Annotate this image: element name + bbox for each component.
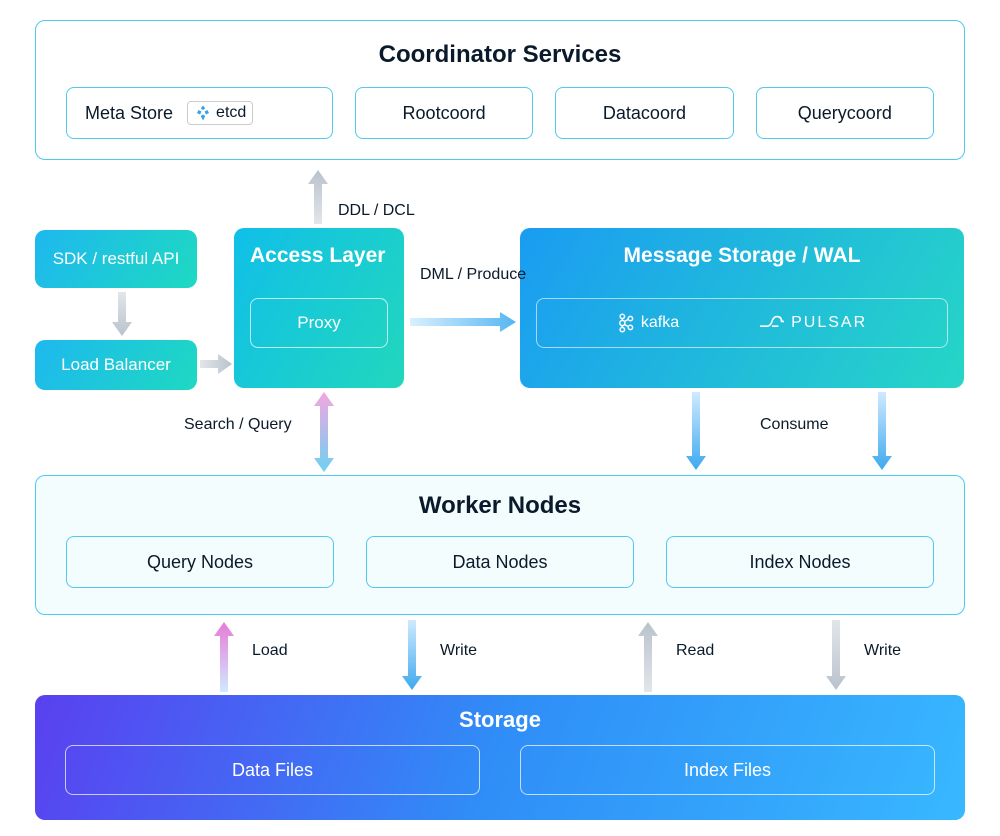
- sdk-box: SDK / restful API: [35, 230, 197, 288]
- index-nodes-box: Index Nodes: [666, 536, 934, 588]
- pulsar-icon: [759, 315, 785, 331]
- label-load: Load: [252, 642, 288, 660]
- arrow-ddl: [306, 168, 330, 224]
- label-write-2: Write: [864, 642, 901, 660]
- arrow-consume-1: [684, 392, 708, 472]
- coordinator-title: Coordinator Services: [66, 41, 934, 69]
- proxy-box: Proxy: [250, 298, 388, 348]
- arrow-load: [212, 620, 236, 692]
- load-balancer-box: Load Balancer: [35, 340, 197, 390]
- arrow-write-1: [400, 620, 424, 692]
- proxy-label: Proxy: [297, 313, 340, 333]
- worker-row: Query Nodes Data Nodes Index Nodes: [66, 536, 934, 588]
- arrow-write-2: [824, 620, 848, 692]
- kafka-label: kafka: [617, 312, 679, 334]
- worker-title: Worker Nodes: [66, 492, 934, 520]
- storage-row: Data Files Index Files: [65, 745, 935, 795]
- label-read: Read: [676, 642, 714, 660]
- label-dml: DML / Produce: [420, 265, 526, 284]
- pulsar-label: PULSAR: [759, 314, 867, 332]
- etcd-badge: etcd: [187, 101, 253, 125]
- datacoord-box: Datacoord: [555, 87, 733, 139]
- meta-store-label: Meta Store: [85, 103, 173, 124]
- wal-title: Message Storage / WAL: [536, 244, 948, 268]
- wal-inner-box: kafka PULSAR: [536, 298, 948, 348]
- sdk-label: SDK / restful API: [53, 249, 180, 269]
- label-consume: Consume: [760, 416, 828, 434]
- storage-title: Storage: [65, 707, 935, 733]
- query-nodes-box: Query Nodes: [66, 536, 334, 588]
- arrow-consume-2: [870, 392, 894, 472]
- rootcoord-box: Rootcoord: [355, 87, 533, 139]
- kafka-icon: [617, 312, 635, 334]
- meta-store-box: Meta Store etcd: [66, 87, 333, 139]
- worker-nodes-panel: Worker Nodes Query Nodes Data Nodes Inde…: [35, 475, 965, 615]
- data-nodes-box: Data Nodes: [366, 536, 634, 588]
- access-layer-panel: Access Layer Proxy: [234, 228, 404, 388]
- arrow-dml: [410, 310, 516, 334]
- lb-label: Load Balancer: [61, 355, 171, 375]
- querycoord-box: Querycoord: [756, 87, 934, 139]
- message-storage-panel: Message Storage / WAL kafka PULSAR: [520, 228, 964, 388]
- arrow-lb-to-access: [200, 352, 232, 376]
- data-files-box: Data Files: [65, 745, 480, 795]
- etcd-icon: [194, 104, 212, 122]
- arrow-read: [636, 620, 660, 692]
- coordinator-row: Meta Store etcd Rootcoord Datacoord Quer…: [66, 87, 934, 139]
- arrow-search-query: [312, 392, 336, 472]
- access-layer-title: Access Layer: [250, 244, 388, 268]
- label-ddl: DDL / DCL: [338, 202, 415, 220]
- etcd-label: etcd: [216, 104, 246, 122]
- label-search: Search / Query: [184, 416, 292, 434]
- arrow-sdk-to-lb: [110, 292, 134, 338]
- index-files-box: Index Files: [520, 745, 935, 795]
- label-write-1: Write: [440, 642, 477, 660]
- coordinator-services-panel: Coordinator Services Meta Store etcd Roo…: [35, 20, 965, 160]
- storage-panel: Storage Data Files Index Files: [35, 695, 965, 820]
